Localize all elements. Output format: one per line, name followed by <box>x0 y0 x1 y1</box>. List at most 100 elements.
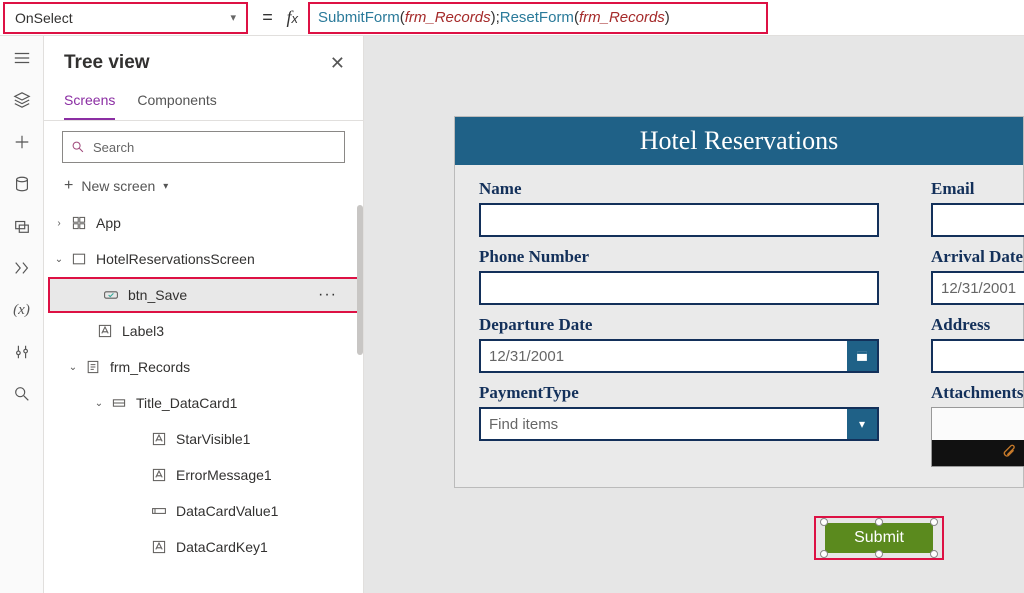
tree-node-btn-save[interactable]: btn_Save ··· <box>50 279 357 311</box>
resize-handle[interactable] <box>820 518 828 526</box>
search-input[interactable]: Search <box>62 131 345 163</box>
label-address: Address <box>931 315 1024 335</box>
resize-handle[interactable] <box>930 550 938 558</box>
tab-components[interactable]: Components <box>137 86 216 120</box>
canvas[interactable]: Hotel Reservations Name Email Phone Numb… <box>364 36 1024 593</box>
formula-fn2: ResetForm <box>500 9 574 26</box>
field-name: Name <box>479 179 879 237</box>
calendar-icon[interactable] <box>847 341 877 371</box>
tree-node-label: Title_DataCard1 <box>136 395 237 411</box>
tree-node-label: Label3 <box>122 323 164 339</box>
formula-fn1: SubmitForm <box>318 9 400 26</box>
tools-icon[interactable] <box>12 342 32 362</box>
input-arrival[interactable]: 12/31/2001 <box>931 271 1024 305</box>
new-screen-button[interactable]: + New screen ▾ <box>44 171 363 205</box>
fx-icon[interactable]: fx <box>287 7 309 28</box>
app-title: Hotel Reservations <box>455 117 1023 165</box>
tree-list: › App ⌄ HotelReservationsScreen btn_Save… <box>44 205 363 593</box>
field-attachments: Attachments <box>931 383 1024 467</box>
tree-node-label3[interactable]: Label3 <box>44 313 363 349</box>
tree-node-title-datacard[interactable]: ⌄ Title_DataCard1 <box>44 385 363 421</box>
plus-icon[interactable] <box>12 132 32 152</box>
tree-title: Tree view <box>64 52 150 74</box>
textinput-icon <box>150 502 168 520</box>
formula-arg1: frm_Records <box>405 9 491 26</box>
chevron-down-icon: ▾ <box>230 11 236 24</box>
tree-node-label: App <box>96 215 121 231</box>
search-rail-icon[interactable] <box>12 384 32 404</box>
flow-icon[interactable] <box>12 258 32 278</box>
formula-bar[interactable]: SubmitForm(frm_Records);ResetForm(frm_Re… <box>308 2 768 34</box>
collapse-icon[interactable]: ⌄ <box>92 398 106 409</box>
media-icon[interactable] <box>12 216 32 236</box>
tree-node-errormsg[interactable]: ErrorMessage1 <box>44 457 363 493</box>
field-paytype: PaymentType Find items ▾ <box>479 383 879 467</box>
label-name: Name <box>479 179 879 199</box>
label-email: Email <box>931 179 1024 199</box>
tree-node-datacardvalue[interactable]: DataCardValue1 <box>44 493 363 529</box>
field-phone: Phone Number <box>479 247 879 305</box>
collapse-icon[interactable]: ⌄ <box>66 362 80 373</box>
input-departure-value: 12/31/2001 <box>489 348 564 365</box>
attach-icon[interactable] <box>1001 444 1019 462</box>
close-icon[interactable]: ✕ <box>330 53 345 74</box>
property-selector-value: OnSelect <box>15 10 73 26</box>
resize-handle[interactable] <box>930 518 938 526</box>
field-address: Address <box>931 315 1024 373</box>
label-paytype: PaymentType <box>479 383 879 403</box>
expand-icon[interactable]: › <box>52 218 66 229</box>
tree-node-screen[interactable]: ⌄ HotelReservationsScreen <box>44 241 363 277</box>
tree-node-starvisible[interactable]: StarVisible1 <box>44 421 363 457</box>
hamburger-icon[interactable] <box>12 48 32 68</box>
tree-node-datacardkey[interactable]: DataCardKey1 <box>44 529 363 565</box>
input-address[interactable] <box>931 339 1024 373</box>
resize-handle[interactable] <box>820 550 828 558</box>
label-phone: Phone Number <box>479 247 879 267</box>
label-icon <box>150 430 168 448</box>
tree-node-app[interactable]: › App <box>44 205 363 241</box>
tree-node-label: DataCardValue1 <box>176 503 278 519</box>
search-placeholder: Search <box>93 140 134 155</box>
chevron-down-icon: ▾ <box>163 181 168 192</box>
tree-node-label: HotelReservationsScreen <box>96 251 255 267</box>
label-attachments: Attachments <box>931 383 1024 403</box>
collapse-icon[interactable]: ⌄ <box>52 254 66 265</box>
tree-node-label: DataCardKey1 <box>176 539 268 555</box>
input-email[interactable] <box>931 203 1024 237</box>
property-selector[interactable]: OnSelect ▾ <box>3 2 248 34</box>
tree-node-label: ErrorMessage1 <box>176 467 272 483</box>
search-icon <box>71 140 85 154</box>
label-icon <box>150 538 168 556</box>
app-preview: Hotel Reservations Name Email Phone Numb… <box>454 116 1024 488</box>
formula-arg2: frm_Records <box>579 9 665 26</box>
tab-screens[interactable]: Screens <box>64 86 115 120</box>
input-phone[interactable] <box>479 271 879 305</box>
submit-selection-frame: Submit <box>814 516 944 560</box>
variable-icon[interactable]: (x) <box>12 300 32 320</box>
left-rail: (x) <box>0 36 44 593</box>
input-departure[interactable]: 12/31/2001 <box>479 339 879 373</box>
label-arrival: Arrival Date <box>931 247 1024 267</box>
input-paytype-value: Find items <box>489 416 558 433</box>
input-name[interactable] <box>479 203 879 237</box>
database-icon[interactable] <box>12 174 32 194</box>
button-icon <box>102 286 120 304</box>
resize-handle[interactable] <box>875 518 883 526</box>
field-departure: Departure Date 12/31/2001 <box>479 315 879 373</box>
equals-label: = <box>248 7 287 28</box>
resize-handle[interactable] <box>875 550 883 558</box>
tree-node-frm-records[interactable]: ⌄ frm_Records <box>44 349 363 385</box>
chevron-down-icon[interactable]: ▾ <box>847 409 877 439</box>
tree-node-label: btn_Save <box>128 287 187 303</box>
input-paytype[interactable]: Find items ▾ <box>479 407 879 441</box>
layers-icon[interactable] <box>12 90 32 110</box>
tree-panel: Tree view ✕ Screens Components Search + … <box>44 36 364 593</box>
datacard-icon <box>110 394 128 412</box>
attachments-box[interactable] <box>931 407 1024 467</box>
more-icon[interactable]: ··· <box>318 286 337 304</box>
submit-button[interactable]: Submit <box>825 523 933 553</box>
scrollbar-thumb[interactable] <box>357 205 363 355</box>
label-departure: Departure Date <box>479 315 879 335</box>
tree-node-label: StarVisible1 <box>176 431 250 447</box>
field-arrival: Arrival Date 12/31/2001 <box>931 247 1024 305</box>
